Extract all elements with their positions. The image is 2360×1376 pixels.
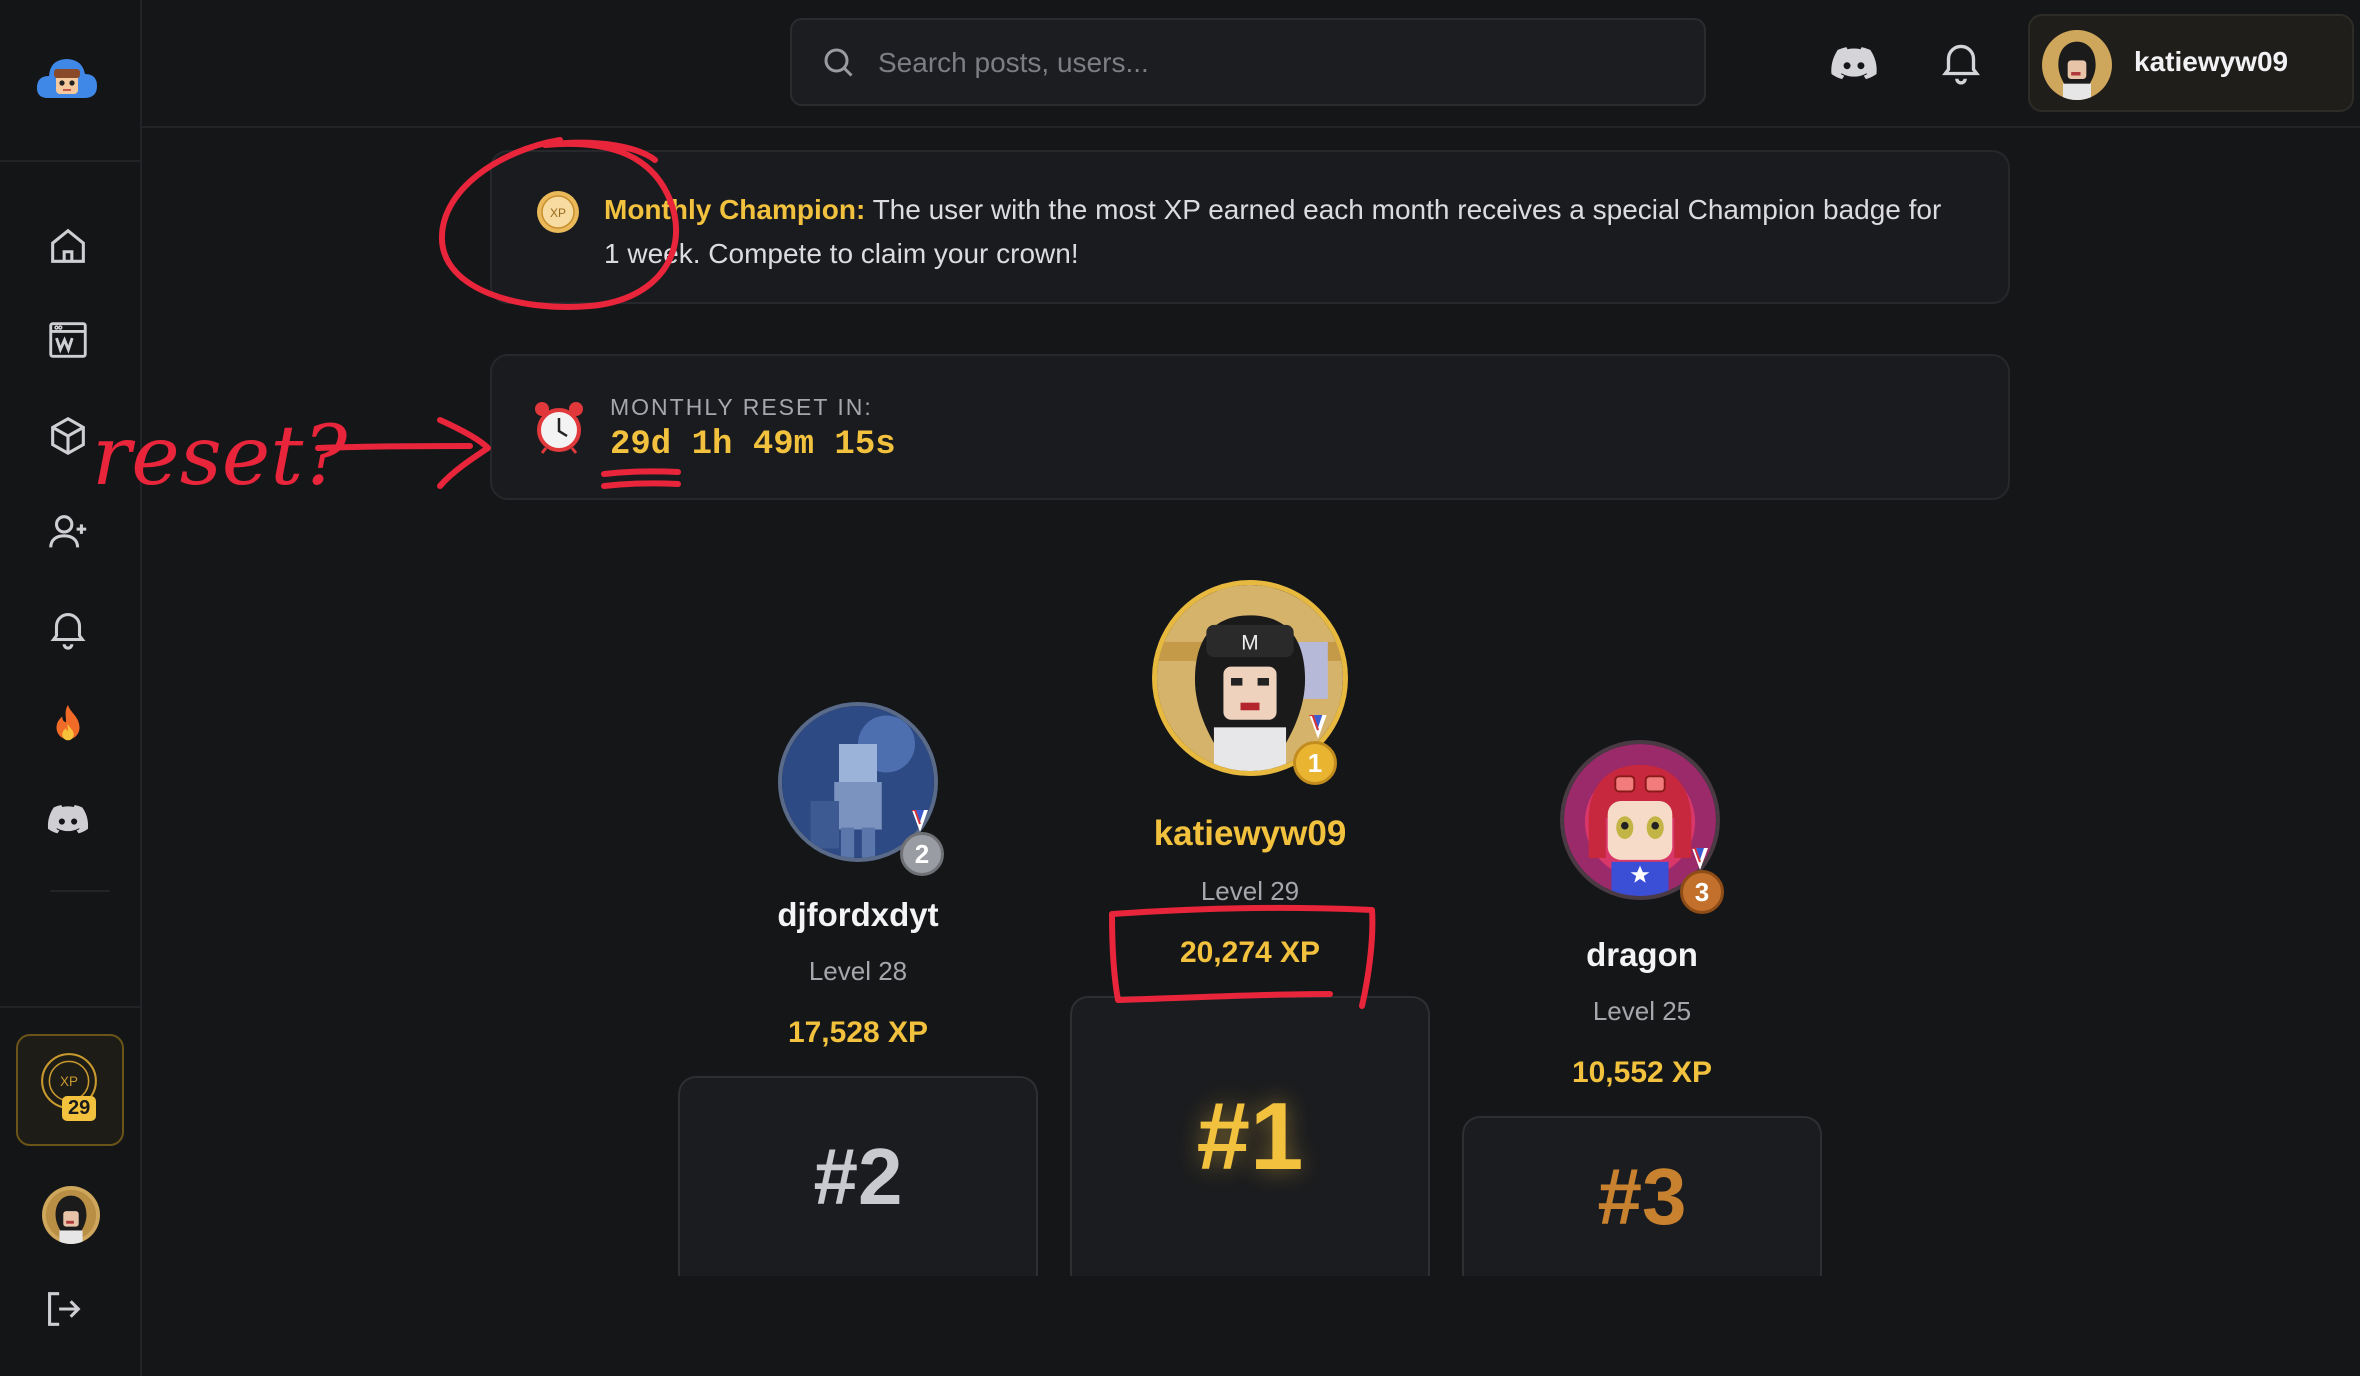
user-menu[interactable]: katiewyw09 <box>2028 14 2354 112</box>
sidebar-user-avatar[interactable] <box>42 1186 100 1244</box>
sidebar-divider <box>0 1006 140 1008</box>
sidebar: XP 29 <box>0 0 142 1376</box>
annotation-arrow <box>315 443 473 451</box>
xp-coin-label: XP <box>60 1074 78 1089</box>
annotation-arrowhead <box>437 417 491 489</box>
wiki-icon <box>49 322 87 358</box>
sidebar-divider <box>0 160 140 162</box>
app-root: XP 29 Search posts, users... katiewyw09 … <box>0 0 2360 1376</box>
sidebar-item-home[interactable] <box>38 216 98 276</box>
rank-2-xp: 17,528 XP <box>787 1016 929 1049</box>
level-number: 29 <box>62 1096 97 1121</box>
sidebar-item-items[interactable] <box>38 406 98 466</box>
discord-icon <box>1831 47 1877 80</box>
alarm-clock-icon <box>535 402 583 454</box>
rank-2-level: Level 28 <box>808 956 908 986</box>
username: katiewyw09 <box>2134 46 2289 77</box>
rank-3-level: Level 25 <box>1592 996 1692 1026</box>
podium-3-label: #3 <box>1597 1152 1687 1241</box>
reset-label: MONTHLY RESET IN: <box>610 394 873 420</box>
podium-2: #2 <box>678 1076 1038 1276</box>
reset-countdown: 29d 1h 49m 15s <box>610 426 896 464</box>
search-icon <box>824 48 853 77</box>
rank-3-avatar[interactable]: 3 <box>1560 740 1724 914</box>
bell-icon <box>1942 44 1980 85</box>
rank-2-badge: 2 <box>900 832 944 876</box>
sidebar-item-wiki[interactable] <box>38 310 98 370</box>
sidebar-item-notifications[interactable] <box>38 598 98 658</box>
champion-title: Monthly Champion: <box>604 194 866 225</box>
top-header: katiewyw09 <box>142 0 2360 128</box>
fire-icon <box>56 704 80 741</box>
podium-1-label: #1 <box>1196 1083 1304 1190</box>
sidebar-divider <box>50 890 110 892</box>
xp-level-badge[interactable]: XP 29 <box>16 1034 124 1146</box>
rank-3-username[interactable]: dragon <box>1462 936 1822 974</box>
rank-2-avatar[interactable]: 2 <box>778 702 944 876</box>
medal-ribbon-icon <box>1309 715 1327 739</box>
home-icon <box>51 228 85 263</box>
search-bar[interactable] <box>790 18 1706 106</box>
cube-icon <box>51 416 85 456</box>
podium-1: #1 <box>1070 996 1430 1276</box>
cloud-logo-icon <box>36 59 97 98</box>
rank-1-avatar[interactable]: M 1 <box>1152 580 1348 785</box>
user-avatar <box>2042 30 2112 100</box>
discord-icon <box>47 805 89 834</box>
logout-icon <box>48 1292 81 1326</box>
bell-icon <box>50 613 86 650</box>
avatar-image <box>2042 30 2112 100</box>
rank-1-username[interactable]: katiewyw09 <box>1070 814 1430 854</box>
rank-1-xp: 20,274 XP <box>1179 936 1321 969</box>
avatar-image <box>42 1186 100 1244</box>
sidebar-item-discord[interactable] <box>38 790 98 850</box>
xp-coin-label: XP <box>550 206 566 220</box>
add-user-icon <box>49 515 87 548</box>
podium-2-label: #2 <box>813 1132 903 1221</box>
rank-3-xp: 10,552 XP <box>1571 1056 1713 1089</box>
rank-2-username[interactable]: djfordxdyt <box>678 896 1038 934</box>
header-notifications-button[interactable] <box>1936 36 1986 86</box>
logout-button[interactable] <box>40 1286 86 1332</box>
sidebar-item-trending[interactable] <box>38 694 98 754</box>
header-discord-button[interactable] <box>1828 38 1880 90</box>
monthly-reset-card: MONTHLY RESET IN: 29d 1h 49m 15s <box>490 354 2010 500</box>
app-logo[interactable] <box>34 50 100 106</box>
podium-3: #3 <box>1462 1116 1822 1276</box>
search-input[interactable] <box>876 20 1680 106</box>
rank-3-badge: 3 <box>1680 870 1724 914</box>
xp-coin-icon: XP <box>537 191 579 233</box>
rank-1-badge: 1 <box>1293 741 1337 785</box>
cap-monogram: M <box>1241 632 1258 655</box>
champion-description: Monthly Champion: The user with the most… <box>604 188 1964 276</box>
sidebar-item-friends[interactable] <box>38 502 98 562</box>
monthly-champion-card: XP Monthly Champion: The user with the m… <box>490 150 2010 304</box>
rank-1-level: Level 29 <box>1200 876 1300 906</box>
